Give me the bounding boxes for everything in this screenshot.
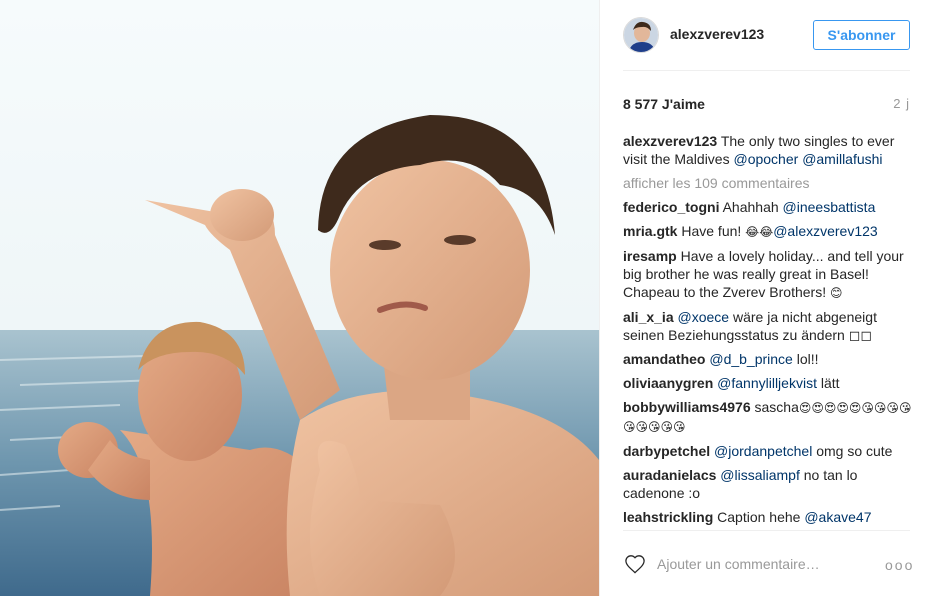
comment-item: oliviaanygren @fannylilljekvist lätt [623, 374, 916, 392]
comment-item: federico_togni Ahahhah @ineesbattista [623, 198, 916, 216]
emoji: 😊 [830, 286, 843, 300]
comment-item: ali_x_ia @xoece wäre ja nicht abgeneigt … [623, 308, 916, 344]
comment-item: bobbywilliams4976 sascha😍😍😍😍😍😘😘😘😘😘😘😘😘😘 [623, 398, 916, 436]
post-time[interactable]: 2 j [893, 96, 910, 111]
divider [623, 70, 910, 71]
caption: alexzverev123 The only two singles to ev… [623, 132, 916, 168]
comment-footer: ooo [600, 531, 934, 596]
comment-user[interactable]: leahstrickling [623, 509, 713, 525]
post-photo[interactable] [0, 0, 599, 596]
comment-user[interactable]: amandatheo [623, 351, 705, 367]
photo-illustration [0, 0, 599, 596]
comment-item: leahstrickling Caption hehe @akave47 [623, 508, 916, 526]
comment-item: darbypetchel @jordanpetchel omg so cute [623, 442, 916, 460]
comment-user[interactable]: oliviaanygren [623, 375, 713, 391]
comment-user[interactable]: bobbywilliams4976 [623, 399, 751, 415]
comment-user[interactable]: mria.gtk [623, 223, 677, 239]
comment-text: Have fun! [677, 223, 746, 239]
comment-mention[interactable]: @jordanpetchel [714, 443, 812, 459]
caption-mention[interactable]: @amillafushi [802, 151, 882, 167]
more-options-button[interactable]: ooo [885, 558, 914, 572]
comment-text: Ahahhah [719, 199, 783, 215]
comment-item: mria.gtk Have fun! 😂😂@alexzverev123 [623, 222, 916, 241]
heart-outline-icon[interactable] [624, 554, 646, 574]
comment-mention[interactable]: @fannylilljekvist [717, 375, 817, 391]
follow-button[interactable]: S'abonner [813, 20, 910, 50]
comment-text: lätt [816, 375, 840, 391]
comment-mention[interactable]: @d_b_prince [709, 351, 793, 367]
comment-mention[interactable]: @ineesbattista [783, 199, 876, 215]
comment-item: amandatheo @d_b_prince lol!! [623, 350, 916, 368]
post-details-panel: alexzverev123 S'abonner 8 577 J'aime 2 j… [599, 0, 934, 596]
comment-item: iresamp Have a lovely holiday... and tel… [623, 247, 916, 302]
caption-mention[interactable]: @opocher [733, 151, 798, 167]
comment-mention[interactable]: @akave47 [804, 509, 871, 525]
load-more-comments-link[interactable]: afficher les 109 commentaires [623, 174, 916, 192]
comment-input[interactable] [657, 553, 867, 575]
comment-user[interactable]: darbypetchel [623, 443, 710, 459]
comment-mention[interactable]: @xoece [678, 309, 730, 325]
comment-item: auradanielacs @lissaliampf no tan lo cad… [623, 466, 916, 502]
comment-text: omg so cute [812, 443, 893, 459]
comment-user[interactable]: ali_x_ia [623, 309, 674, 325]
comment-mention[interactable]: @alexzverev123 [773, 223, 878, 239]
post-header: alexzverev123 S'abonner [600, 0, 934, 70]
caption-user[interactable]: alexzverev123 [623, 133, 717, 149]
comment-text: Caption hehe [713, 509, 805, 525]
comment-text: sascha [750, 399, 799, 415]
emoji: 😂😂 [745, 225, 774, 239]
comment-mention[interactable]: @lissaliampf [720, 467, 800, 483]
avatar-image [624, 18, 658, 52]
likes-count[interactable]: 8 577 J'aime [623, 96, 705, 112]
avatar[interactable] [623, 17, 659, 53]
comments-list: alexzverev123 The only two singles to ev… [623, 132, 916, 530]
username-link[interactable]: alexzverev123 [670, 26, 764, 42]
comment-text: lol!! [792, 351, 819, 367]
comment-user[interactable]: iresamp [623, 248, 677, 264]
comment-user[interactable]: auradanielacs [623, 467, 716, 483]
comment-user[interactable]: federico_togni [623, 199, 719, 215]
